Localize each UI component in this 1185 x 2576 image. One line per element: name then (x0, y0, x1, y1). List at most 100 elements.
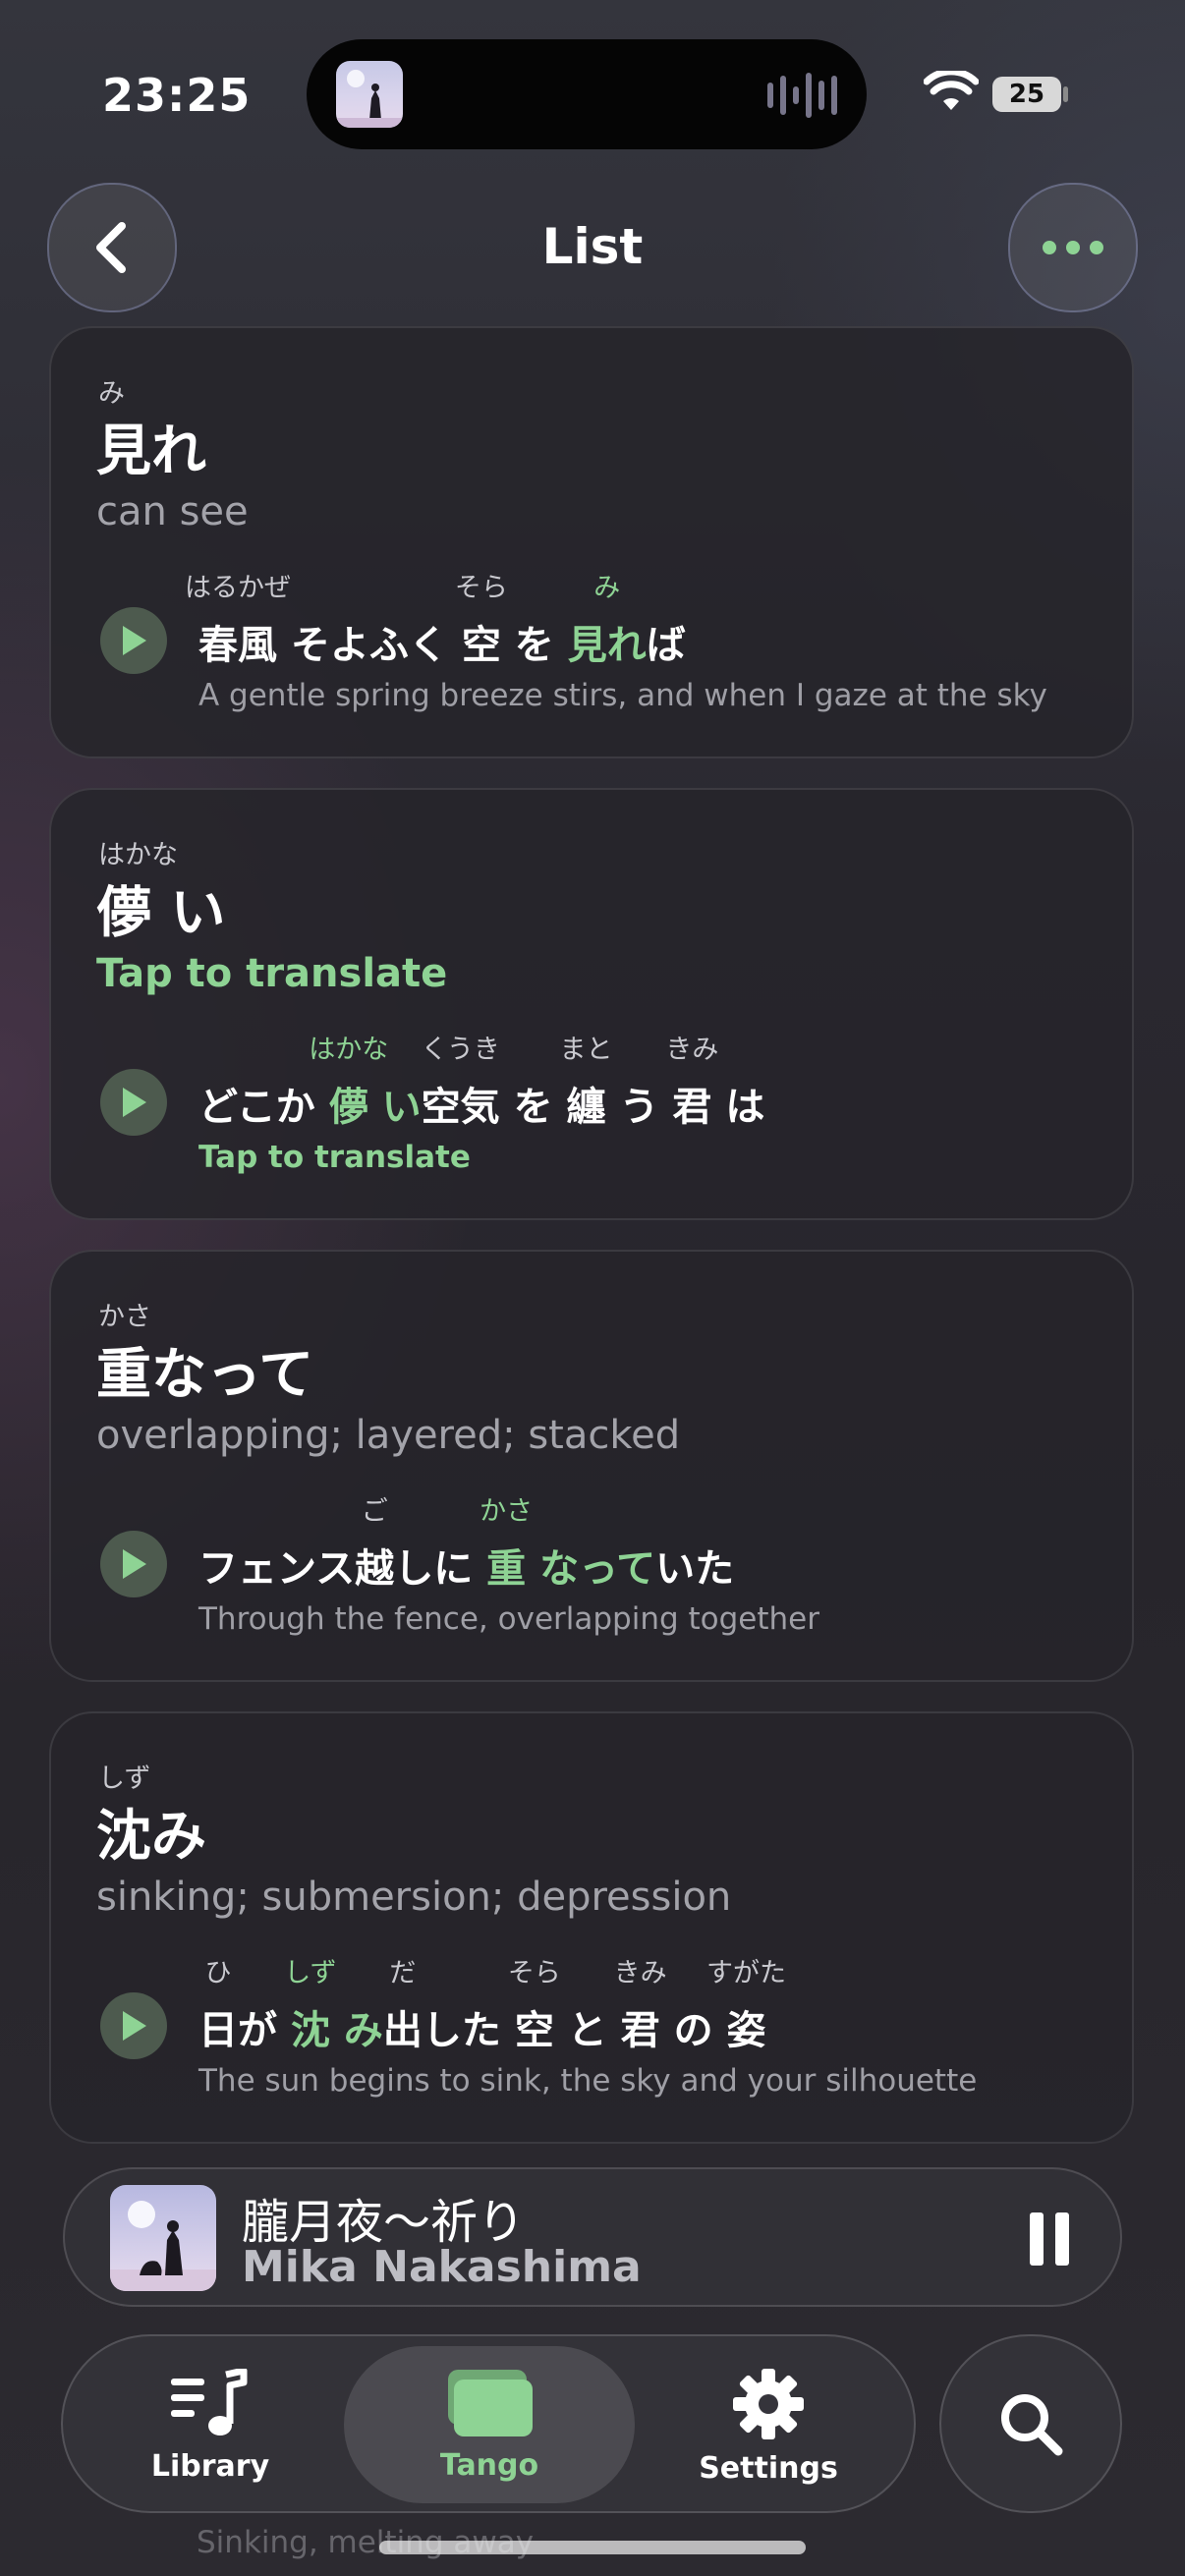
sentence-translation: A gentle spring breeze stirs, and when I… (198, 678, 1047, 713)
tab-library-label: Library (150, 2448, 270, 2484)
sentence-segment: は (711, 1075, 764, 1132)
segment-furigana: すがた (706, 1958, 787, 1988)
sentence-segment: と (554, 1998, 621, 2055)
play-icon (123, 2011, 146, 2041)
sentence-segment: を (501, 613, 568, 670)
sentence-segment: 空気 くうき (421, 1035, 500, 1132)
vocab-word: 重なって (96, 1343, 314, 1407)
segment-text: どこか (198, 1085, 329, 1130)
segment-text: 沈 (290, 2008, 330, 2053)
search-button[interactable] (939, 2334, 1122, 2513)
play-audio-button[interactable] (100, 1069, 167, 1136)
tap-to-translate-sentence-button[interactable]: Tap to translate (198, 1140, 471, 1175)
home-indicator[interactable] (379, 2541, 806, 2554)
highlighted-word: み (330, 1998, 383, 2055)
segment-text: が (238, 2008, 291, 2053)
segment-text: 出 (382, 2008, 423, 2053)
more-options-button[interactable] (1008, 183, 1138, 312)
word-meaning: overlapping; layered; stacked (96, 1413, 681, 1458)
tab-tango-label: Tango (439, 2447, 539, 2483)
sentence-segment: 空そら (508, 1958, 561, 2055)
word-furigana: かさ (98, 1302, 151, 1332)
gear-icon (733, 2368, 804, 2439)
segment-furigana: はかな (309, 1035, 389, 1065)
segment-text: 姿 (726, 2008, 766, 2053)
sentence-segment: 君きみ (665, 1035, 718, 1132)
sentence-segment: 出だ (382, 1958, 423, 2055)
segment-furigana: しず (284, 1958, 337, 1988)
segment-text: なって (526, 1546, 656, 1592)
now-playing-artwork-icon (336, 61, 403, 128)
sentence-translation: Through the fence, overlapping together (198, 1601, 820, 1637)
example-sentence: フェンス越ごしに 重 かさ なっていた (198, 1496, 734, 1594)
segment-text: 重 (486, 1546, 527, 1592)
segment-text: フェンス (198, 1546, 356, 1592)
segment-text: しに (394, 1546, 487, 1592)
word-card[interactable]: しず 沈み sinking; submersion; depression 日ひが 沈… (49, 1711, 1134, 2144)
word-card[interactable]: はかな儚 い Tap to translate どこか 儚はかな い空気 くうき を … (49, 788, 1134, 1220)
segment-text: 君 (620, 2008, 660, 2053)
segment-furigana: ご (361, 1496, 388, 1527)
word-card[interactable]: み見れ can see 春風 はるかぜ そよふく 空そら を 見れみば A gentle… (49, 326, 1134, 758)
segment-text: う (605, 1085, 673, 1130)
segment-text: み (329, 2008, 383, 2053)
pause-button[interactable] (1030, 2212, 1069, 2266)
segment-furigana: はるかぜ (185, 573, 291, 603)
track-artist: Mika Nakashima (242, 2242, 642, 2292)
sentence-segment: 春風 はるかぜ (185, 573, 291, 670)
sentence-segment: しに (394, 1537, 486, 1594)
segment-furigana: そら (454, 573, 508, 603)
pause-icon (1030, 2212, 1044, 2266)
sentence-segment: した (423, 1998, 515, 2055)
segment-furigana: かさ (480, 1496, 534, 1527)
segment-text: を (499, 1085, 567, 1130)
tab-settings-label: Settings (699, 2450, 838, 2486)
vocab-word: 儚 い (96, 881, 226, 945)
sentence-segment: 纏まと (560, 1035, 613, 1132)
segment-text: ば (646, 623, 686, 668)
play-icon (123, 626, 146, 655)
tab-settings[interactable]: Settings (660, 2336, 876, 2515)
battery-level: 25 (992, 77, 1061, 112)
segment-text: 纏 (566, 1085, 606, 1130)
status-time: 23:25 (102, 69, 252, 122)
segment-text: を (500, 623, 568, 668)
wifi-icon (923, 68, 980, 116)
tab-tango[interactable]: Tango (344, 2346, 635, 2503)
segment-furigana: ひ (204, 1958, 232, 1988)
segment-text: 君 (672, 1085, 712, 1130)
battery-tip (1063, 86, 1068, 102)
dynamic-island[interactable] (307, 39, 867, 149)
sentence-segment: どこか (198, 1075, 329, 1132)
sentence-segment: ば (647, 613, 686, 670)
word-furigana: はかな (98, 840, 178, 870)
tab-library[interactable]: Library (102, 2336, 318, 2515)
segment-text: い (367, 1085, 422, 1130)
segment-text: した (422, 2008, 515, 2053)
play-audio-button[interactable] (100, 1531, 167, 1597)
tap-to-translate-button[interactable]: Tap to translate (96, 951, 447, 996)
play-audio-button[interactable] (100, 1992, 167, 2059)
segment-furigana: そら (507, 1958, 561, 1988)
segment-text: 日 (198, 2008, 238, 2053)
segment-text: 儚 (328, 1085, 368, 1130)
segment-furigana: きみ (665, 1035, 719, 1065)
word-furigana: しず (98, 1764, 151, 1794)
highlighted-word: 重かさ (480, 1496, 533, 1594)
segment-furigana: くうき (421, 1035, 500, 1065)
segment-text: 空 (461, 623, 501, 668)
word-card[interactable]: かさ 重なって overlapping; layered; stacked フェンス越… (49, 1250, 1134, 1682)
segment-text: 空気 (421, 1085, 500, 1130)
segment-text: と (553, 2008, 621, 2053)
highlighted-word: い (368, 1075, 422, 1132)
highlighted-word: 見れみ (568, 573, 647, 670)
highlighted-word: 儚はかな (309, 1035, 388, 1132)
play-icon (123, 1088, 146, 1117)
segment-text: そよふく (277, 623, 462, 668)
example-sentence: 日ひが 沈 しず み出だした 空 そら と 君 きみ の 姿 すがた (198, 1958, 786, 2055)
mini-player[interactable]: 朧月夜～祈り Mika Nakashima (63, 2167, 1122, 2307)
play-audio-button[interactable] (100, 607, 167, 674)
segment-furigana: だ (389, 1958, 417, 1988)
ellipsis-icon (1043, 241, 1103, 254)
sentence-segment: いた (655, 1537, 734, 1594)
